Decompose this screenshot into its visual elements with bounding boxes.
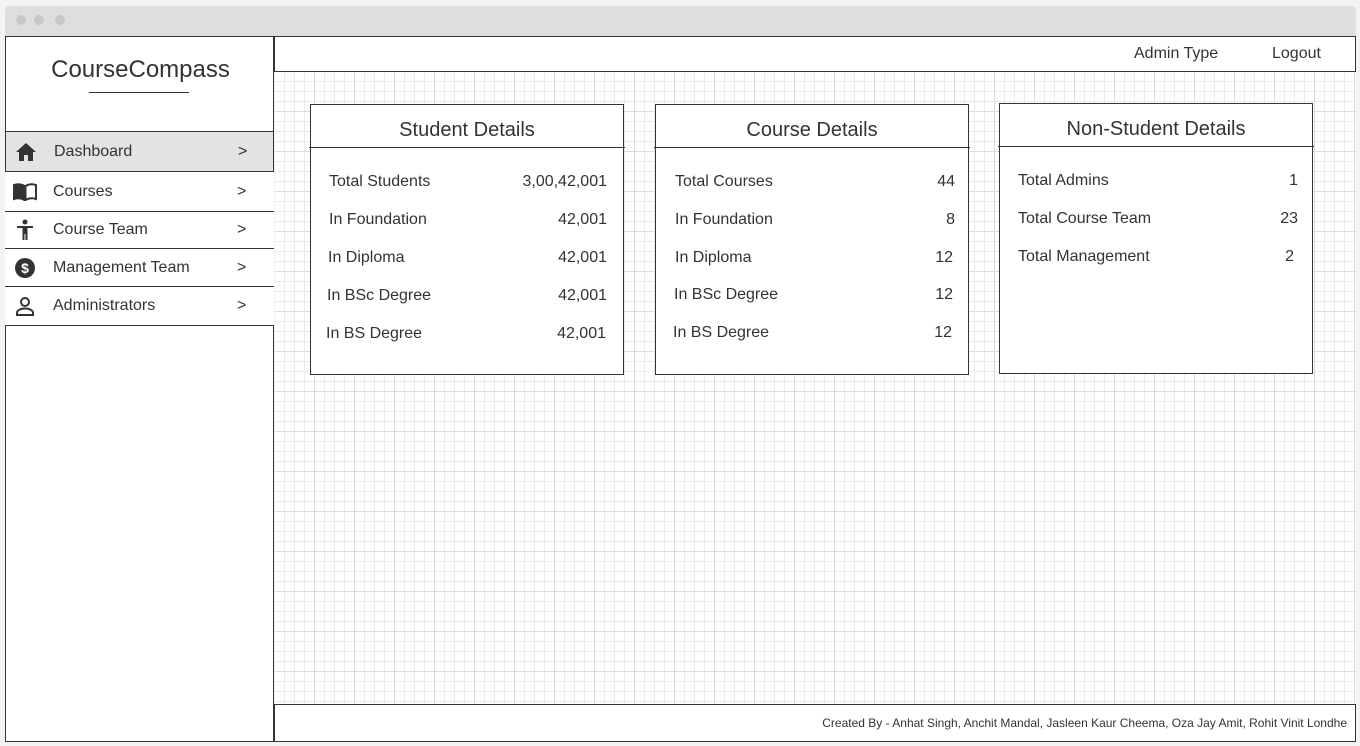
- card-divider: [654, 147, 970, 148]
- card-divider: [309, 147, 625, 148]
- stat-row: In BSc Degree 42,001: [327, 287, 607, 305]
- stat-value: 42,001: [557, 325, 606, 342]
- home-icon: [14, 140, 38, 164]
- stat-label: In BSc Degree: [327, 287, 432, 304]
- stat-value: 42,001: [558, 287, 607, 304]
- sidebar-item-courses[interactable]: Courses >: [5, 172, 274, 212]
- stat-value: 1: [1289, 172, 1298, 189]
- book-icon: [13, 180, 37, 204]
- stat-value: 3,00,42,001: [522, 173, 607, 190]
- stat-label: In Diploma: [675, 249, 752, 266]
- stat-value: 42,001: [558, 249, 607, 266]
- window-minimize-dot[interactable]: [34, 15, 44, 25]
- stat-row: Total Management 2: [1018, 248, 1294, 266]
- stat-label: In BSc Degree: [674, 286, 779, 303]
- stat-value: 12: [935, 249, 953, 266]
- app-logo: CourseCompass: [51, 56, 230, 83]
- stat-row: In Diploma 42,001: [328, 249, 607, 267]
- sidebar-item-course-team[interactable]: Course Team >: [5, 212, 274, 249]
- stat-value: 12: [934, 324, 952, 341]
- stat-label: Total Students: [329, 173, 431, 190]
- sidebar: CourseCompass Dashboard > Courses > Cour…: [5, 36, 274, 742]
- stat-row: Total Admins 1: [1018, 172, 1298, 190]
- stat-row: Total Course Team 23: [1018, 210, 1298, 228]
- footer-credits: Created By - Anhat Singh, Anchit Mandal,…: [822, 716, 1347, 730]
- course-details-card: Course Details Total Courses 44 In Found…: [654, 104, 970, 375]
- sidebar-item-administrators[interactable]: Administrators >: [5, 287, 274, 326]
- stat-value: 44: [937, 173, 955, 190]
- card-title: Course Details: [746, 119, 878, 141]
- chevron-right-icon: >: [237, 182, 247, 200]
- chevron-right-icon: >: [237, 297, 247, 314]
- sidebar-item-label: Courses: [53, 182, 113, 200]
- sidebar-item-label: Management Team: [53, 258, 190, 276]
- svg-text:$: $: [21, 260, 29, 276]
- window-close-dot[interactable]: [16, 15, 26, 25]
- chevron-right-icon: >: [238, 142, 248, 160]
- stat-row: Total Students 3,00,42,001: [329, 173, 607, 191]
- page-footer: Created By - Anhat Singh, Anchit Mandal,…: [274, 704, 1356, 742]
- chevron-right-icon: >: [237, 258, 247, 276]
- stat-label: Total Course Team: [1018, 210, 1152, 227]
- stat-value: 2: [1285, 248, 1294, 265]
- stat-row: In Diploma 12: [675, 249, 953, 267]
- dashboard-canvas: Student Details Total Students 3,00,42,0…: [275, 72, 1356, 704]
- stat-label: Total Courses: [675, 173, 773, 190]
- person-icon: [13, 218, 37, 242]
- stat-row: In Foundation 42,001: [329, 211, 607, 229]
- stat-label: Total Management: [1018, 248, 1150, 265]
- stat-label: In Diploma: [328, 249, 405, 266]
- stat-value: 12: [935, 286, 953, 303]
- stat-row: In BS Degree 42,001: [326, 325, 606, 343]
- sidebar-item-label: Administrators: [53, 297, 156, 314]
- stat-row: In BSc Degree 12: [674, 286, 953, 304]
- stat-value: 23: [1280, 210, 1298, 227]
- stat-row: In BS Degree 12: [673, 324, 952, 342]
- dollar-icon: $: [13, 256, 37, 280]
- sidebar-item-label: Dashboard: [54, 142, 133, 160]
- window-title-bar: [5, 6, 1356, 36]
- stat-label: In BS Degree: [673, 324, 770, 341]
- logout-link[interactable]: Logout: [1272, 45, 1321, 63]
- stat-label: In BS Degree: [326, 325, 423, 342]
- chevron-right-icon: >: [237, 221, 247, 238]
- card-title: Non-Student Details: [1066, 118, 1246, 140]
- user-icon: [13, 294, 37, 318]
- student-details-card: Student Details Total Students 3,00,42,0…: [309, 104, 625, 375]
- admin-type-label[interactable]: Admin Type: [1134, 45, 1218, 63]
- stat-row: Total Courses 44: [675, 173, 955, 191]
- sidebar-item-dashboard[interactable]: Dashboard >: [5, 131, 274, 172]
- top-header: Admin Type Logout: [274, 36, 1356, 72]
- non-student-details-card: Non-Student Details Total Admins 1 Total…: [998, 103, 1314, 374]
- card-title: Student Details: [399, 119, 535, 141]
- stat-label: In Foundation: [675, 211, 773, 228]
- stat-value: 8: [946, 211, 955, 228]
- sidebar-nav: Dashboard > Courses > Course Team > $ Ma…: [5, 131, 274, 326]
- stat-label: Total Admins: [1018, 172, 1109, 189]
- stat-label: In Foundation: [329, 211, 427, 228]
- logo-underline: [89, 92, 189, 93]
- stat-value: 42,001: [558, 211, 607, 228]
- sidebar-item-management-team[interactable]: $ Management Team >: [5, 249, 274, 287]
- window-maximize-dot[interactable]: [55, 15, 65, 25]
- sidebar-item-label: Course Team: [53, 221, 148, 238]
- stat-row: In Foundation 8: [675, 211, 955, 229]
- card-divider: [998, 146, 1314, 147]
